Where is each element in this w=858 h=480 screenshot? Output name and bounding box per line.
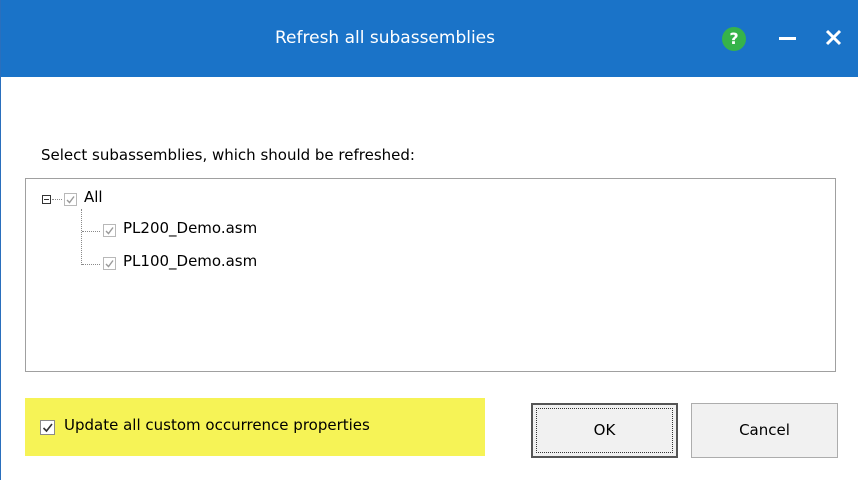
instruction-label: Select subassemblies, which should be re… — [41, 146, 415, 164]
tree-item-pl100[interactable]: PL100_Demo.asm — [123, 252, 257, 270]
close-icon[interactable] — [819, 24, 847, 52]
tree-connector — [82, 231, 100, 232]
help-icon[interactable]: ? — [722, 27, 746, 51]
update-properties-checkbox[interactable] — [40, 420, 55, 435]
refresh-dialog: Refresh all subassemblies ? Select subas… — [0, 0, 858, 480]
tree-item-all[interactable]: All — [84, 188, 103, 206]
tree-connector — [81, 209, 82, 265]
ok-button[interactable]: OK — [531, 403, 678, 458]
tree-checkbox-pl100[interactable] — [103, 257, 116, 270]
tree-connector — [82, 264, 100, 265]
title-bar: Refresh all subassemblies ? — [1, 0, 858, 77]
tree-checkbox-all[interactable] — [64, 193, 77, 206]
update-properties-label[interactable]: Update all custom occurrence properties — [64, 416, 370, 434]
tree-connector — [52, 199, 62, 200]
window-title: Refresh all subassemblies — [275, 28, 495, 48]
tree-checkbox-pl200[interactable] — [103, 224, 116, 237]
tree-item-pl200[interactable]: PL200_Demo.asm — [123, 219, 257, 237]
cancel-button[interactable]: Cancel — [691, 403, 838, 458]
minimize-icon[interactable] — [779, 37, 796, 40]
collapse-icon[interactable] — [42, 195, 51, 204]
subassembly-tree[interactable]: All PL200_Demo.asm PL100_Demo.asm — [25, 178, 836, 372]
